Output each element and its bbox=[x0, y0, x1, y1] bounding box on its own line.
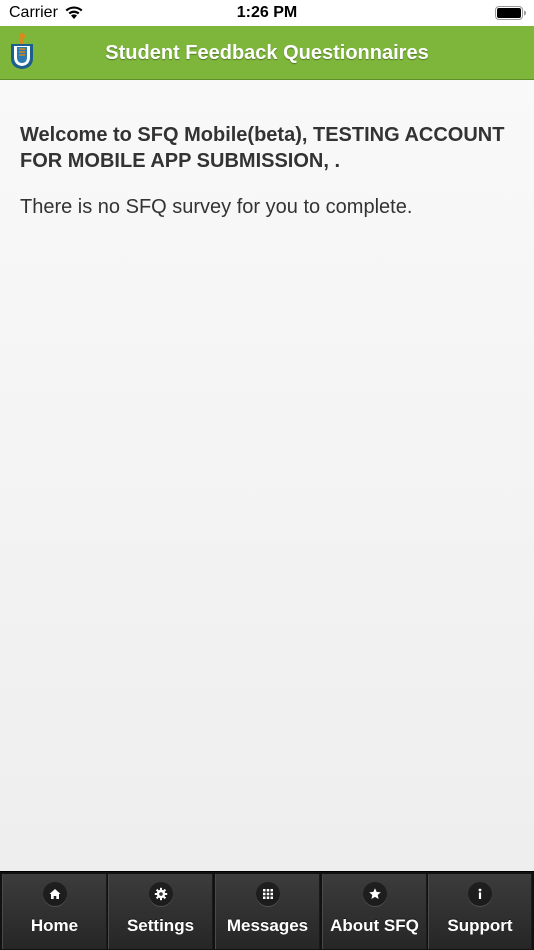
tab-settings-label: Settings bbox=[126, 916, 195, 935]
battery-icon bbox=[495, 6, 526, 20]
app-header: Student Feedback Questionnaires bbox=[0, 26, 534, 80]
home-icon bbox=[42, 882, 67, 906]
tab-home[interactable]: Home bbox=[2, 874, 107, 949]
tab-home-label: Home bbox=[30, 916, 79, 935]
main-content: Welcome to SFQ Mobile(beta), TESTING ACC… bbox=[0, 80, 534, 871]
clock: 1:26 PM bbox=[236, 4, 298, 21]
tab-support-label: Support bbox=[447, 916, 513, 935]
welcome-heading: Welcome to SFQ Mobile(beta), TESTING ACC… bbox=[20, 124, 505, 172]
tab-bar: Home Settings Messages About SFQ Support bbox=[0, 871, 534, 950]
tab-support[interactable]: Support bbox=[428, 874, 532, 949]
tab-settings[interactable]: Settings bbox=[108, 874, 213, 949]
info-icon bbox=[468, 882, 492, 906]
status-bar: Carrier 1:26 PM bbox=[0, 0, 534, 26]
empty-survey-message: There is no SFQ survey for you to comple… bbox=[20, 196, 413, 218]
grid-icon bbox=[255, 882, 280, 906]
gear-icon bbox=[148, 882, 173, 906]
star-icon bbox=[362, 882, 387, 906]
tab-about-sfq-label: About SFQ bbox=[330, 916, 419, 935]
tab-messages[interactable]: Messages bbox=[215, 874, 320, 949]
tab-messages-label: Messages bbox=[226, 916, 309, 935]
tab-about-sfq[interactable]: About SFQ bbox=[322, 874, 427, 949]
page-title: Student Feedback Questionnaires bbox=[105, 42, 429, 64]
